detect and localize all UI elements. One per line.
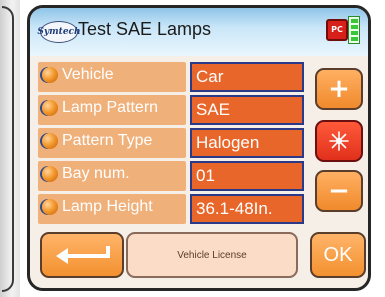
battery-icon bbox=[348, 16, 360, 44]
lamp-pattern-label: Lamp Pattern bbox=[62, 99, 159, 116]
bay-num-value-box[interactable]: 01 bbox=[190, 161, 304, 191]
lamp-pattern-value: SAE bbox=[196, 100, 231, 119]
radio-icon[interactable] bbox=[42, 67, 58, 83]
row-lamp-pattern[interactable]: Lamp Pattern SAE bbox=[38, 95, 306, 125]
vehicle-label: Vehicle bbox=[62, 66, 114, 83]
device-bezel bbox=[0, 0, 20, 297]
radio-icon[interactable] bbox=[42, 133, 58, 149]
vehicle-value: Car bbox=[196, 67, 224, 86]
row-lamp-height[interactable]: Lamp Height 36.1-48In. bbox=[38, 194, 306, 224]
back-button[interactable] bbox=[40, 232, 124, 278]
bay-num-label: Bay num. bbox=[62, 165, 130, 182]
vehicle-license-button[interactable]: Vehicle License bbox=[126, 232, 298, 278]
brand-logo: Symtech bbox=[37, 21, 81, 43]
bezel-frame bbox=[2, 6, 14, 292]
lamp-height-label: Lamp Height bbox=[62, 198, 153, 215]
back-arrow-icon bbox=[56, 246, 110, 264]
lamp-height-value-box[interactable]: 36.1-48In. bbox=[190, 194, 304, 224]
vehicle-value-box[interactable]: Car bbox=[190, 62, 304, 92]
pattern-type-value: Halogen bbox=[196, 133, 260, 152]
radio-icon[interactable] bbox=[42, 100, 58, 116]
device-screen: Symtech Test SAE Lamps PC Vehicle Car La… bbox=[27, 5, 371, 291]
pc-connection-icon: PC bbox=[326, 19, 348, 41]
increment-button[interactable]: + bbox=[315, 68, 363, 110]
bay-num-value: 01 bbox=[196, 166, 215, 185]
vehicle-license-label: Vehicle License bbox=[177, 249, 247, 261]
field-label-box: Pattern Type bbox=[38, 128, 186, 158]
field-label-box: Lamp Pattern bbox=[38, 95, 186, 125]
ok-button[interactable]: OK bbox=[310, 232, 366, 278]
field-label-box: Lamp Height bbox=[38, 194, 186, 224]
lamp-height-value: 36.1-48In. bbox=[196, 199, 273, 218]
decrement-button[interactable]: − bbox=[315, 170, 363, 212]
light-burst-icon bbox=[329, 131, 349, 151]
page-title: Test SAE Lamps bbox=[78, 19, 212, 39]
radio-icon[interactable] bbox=[42, 166, 58, 182]
ok-label: OK bbox=[323, 243, 353, 266]
minus-icon: − bbox=[328, 176, 350, 206]
radio-icon[interactable] bbox=[42, 199, 58, 215]
light-toggle-button[interactable] bbox=[315, 120, 363, 162]
field-label-box: Bay num. bbox=[38, 161, 186, 191]
lamp-pattern-value-box[interactable]: SAE bbox=[190, 95, 304, 125]
row-pattern-type[interactable]: Pattern Type Halogen bbox=[38, 128, 306, 158]
plus-icon: + bbox=[328, 74, 350, 104]
row-bay-num[interactable]: Bay num. 01 bbox=[38, 161, 306, 191]
row-vehicle[interactable]: Vehicle Car bbox=[38, 62, 306, 92]
pattern-type-value-box[interactable]: Halogen bbox=[190, 128, 304, 158]
pattern-type-label: Pattern Type bbox=[62, 132, 153, 149]
field-label-box: Vehicle bbox=[38, 62, 186, 92]
title-bar: Symtech Test SAE Lamps PC bbox=[30, 8, 368, 56]
